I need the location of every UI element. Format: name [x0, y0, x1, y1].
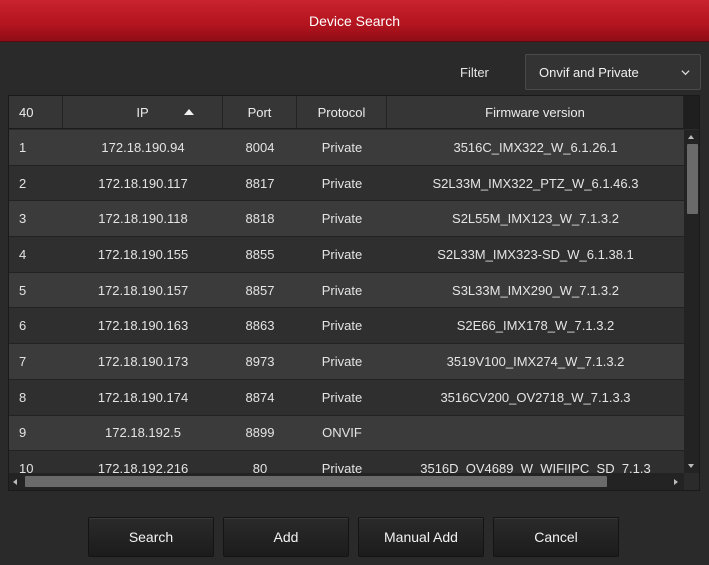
cell-protocol: Private: [321, 318, 363, 334]
filter-select[interactable]: Onvif and Private: [525, 54, 701, 90]
cell-index: 4: [19, 246, 27, 262]
cell-protocol: Private: [321, 246, 363, 262]
cell-index: 9: [19, 425, 27, 441]
title-bar: Device Search: [0, 0, 709, 42]
scroll-right-arrow-icon[interactable]: [674, 479, 678, 485]
cell-firmware: [387, 416, 684, 451]
cell-port: 8855: [245, 246, 275, 262]
cell-port: 8874: [245, 389, 275, 405]
cell-ip: 172.18.190.157: [97, 282, 189, 298]
column-header-firmware[interactable]: Firmware version: [387, 96, 684, 129]
cell-protocol: ONVIF: [322, 425, 362, 441]
cell-index: 7: [19, 353, 27, 369]
cell-protocol: Private: [321, 175, 363, 191]
cell-firmware: S2L33M_IMX323-SD_W_6.1.38.1: [437, 246, 634, 262]
chevron-down-icon: [681, 70, 690, 76]
vertical-scroll-thumb[interactable]: [687, 144, 698, 214]
table-row[interactable]: 4 172.18.190.155 8855 Private S2L33M_IMX…: [9, 237, 684, 273]
cancel-button[interactable]: Cancel: [493, 517, 619, 557]
table-row[interactable]: 6 172.18.190.163 8863 Private S2E66_IMX1…: [9, 308, 684, 345]
cell-protocol: Private: [321, 389, 363, 405]
cell-ip: 172.18.192.216: [97, 461, 189, 473]
table-header: 40 IP Port Protocol Firmware version: [9, 96, 684, 129]
cell-index: 6: [19, 318, 27, 334]
cell-port: 8004: [245, 139, 275, 155]
window-title: Device Search: [308, 12, 401, 29]
cell-protocol: Private: [321, 461, 363, 473]
column-header-count[interactable]: 40: [9, 96, 63, 129]
table-row[interactable]: 1 172.18.190.94 8004 Private 3516C_IMX32…: [9, 130, 684, 166]
cell-ip: 172.18.192.5: [105, 425, 181, 441]
vertical-scrollbar[interactable]: [684, 130, 699, 473]
device-table: 40 IP Port Protocol Firmware version 1 1…: [8, 95, 700, 491]
cell-port: 8818: [245, 211, 275, 227]
cell-protocol: Private: [321, 211, 363, 227]
cell-firmware: S2L33M_IMX322_PTZ_W_6.1.46.3: [432, 175, 639, 191]
table-row[interactable]: 5 172.18.190.157 8857 Private S3L33M_IMX…: [9, 272, 684, 309]
cell-port: 8857: [245, 282, 275, 298]
cell-index: 5: [19, 282, 27, 298]
filter-label: Filter: [460, 65, 489, 80]
button-row: Search Add Manual Add Cancel: [0, 517, 709, 557]
cell-port: 8973: [245, 353, 275, 369]
cell-firmware: 3516CV200_OV2718_W_7.1.3.3: [440, 389, 631, 405]
cell-firmware: S2E66_IMX178_W_7.1.3.2: [456, 318, 615, 334]
cell-index: 1: [19, 139, 27, 155]
filter-row: Filter Onvif and Private: [0, 54, 709, 92]
table-row[interactable]: 9 172.18.192.5 8899 ONVIF: [9, 415, 684, 452]
header-corner: [684, 96, 699, 129]
cell-index: 2: [19, 175, 27, 191]
column-header-protocol[interactable]: Protocol: [297, 96, 387, 129]
cell-firmware: 3519V100_IMX274_W_7.1.3.2: [446, 353, 625, 369]
cell-index: 3: [19, 211, 27, 227]
column-header-ip[interactable]: IP: [63, 96, 223, 129]
cell-ip: 172.18.190.173: [97, 353, 189, 369]
cell-index: 10: [19, 461, 34, 473]
cell-firmware: S2L55M_IMX123_W_7.1.3.2: [452, 211, 619, 227]
table-body: 1 172.18.190.94 8004 Private 3516C_IMX32…: [9, 130, 684, 473]
cell-ip: 172.18.190.163: [97, 318, 189, 334]
cell-port: 80: [252, 461, 268, 473]
cell-port: 8817: [245, 175, 275, 191]
cell-firmware: S3L33M_IMX290_W_7.1.3.2: [452, 282, 619, 298]
table-row[interactable]: 10 172.18.192.216 80 Private 3516D_OV468…: [9, 451, 684, 473]
cell-index: 8: [19, 389, 27, 405]
table-row[interactable]: 7 172.18.190.173 8973 Private 3519V100_I…: [9, 344, 684, 380]
sort-ascending-icon: [184, 109, 194, 115]
cell-port: 8863: [245, 318, 275, 334]
column-header-port[interactable]: Port: [223, 96, 297, 129]
cell-ip: 172.18.190.94: [101, 139, 185, 155]
cell-ip: 172.18.190.118: [98, 211, 188, 227]
cell-ip: 172.18.190.174: [97, 389, 189, 405]
scrollbar-corner: [684, 473, 699, 490]
cell-ip: 172.18.190.155: [97, 246, 189, 262]
horizontal-scrollbar[interactable]: [9, 473, 684, 490]
table-row[interactable]: 2 172.18.190.117 8817 Private S2L33M_IMX…: [9, 165, 684, 202]
table-row[interactable]: 8 172.18.190.174 8874 Private 3516CV200_…: [9, 379, 684, 416]
cell-protocol: Private: [321, 139, 363, 155]
cell-ip: 172.18.190.117: [98, 175, 188, 191]
scroll-down-arrow-icon[interactable]: [688, 464, 694, 468]
add-button[interactable]: Add: [223, 517, 349, 557]
table-row[interactable]: 3 172.18.190.118 8818 Private S2L55M_IMX…: [9, 201, 684, 238]
horizontal-scroll-thumb[interactable]: [25, 476, 607, 487]
manual-add-button[interactable]: Manual Add: [358, 517, 484, 557]
scroll-up-arrow-icon[interactable]: [688, 135, 694, 139]
cell-firmware: 3516D_OV4689_W_WIFIIPC_SD_7.1.3: [420, 461, 651, 473]
search-button[interactable]: Search: [88, 517, 214, 557]
filter-selected-value: Onvif and Private: [539, 64, 639, 80]
cell-firmware: 3516C_IMX322_W_6.1.26.1: [453, 139, 618, 155]
scroll-left-arrow-icon[interactable]: [13, 479, 17, 485]
cell-port: 8899: [245, 425, 275, 441]
cell-protocol: Private: [321, 353, 363, 369]
cell-protocol: Private: [321, 282, 363, 298]
